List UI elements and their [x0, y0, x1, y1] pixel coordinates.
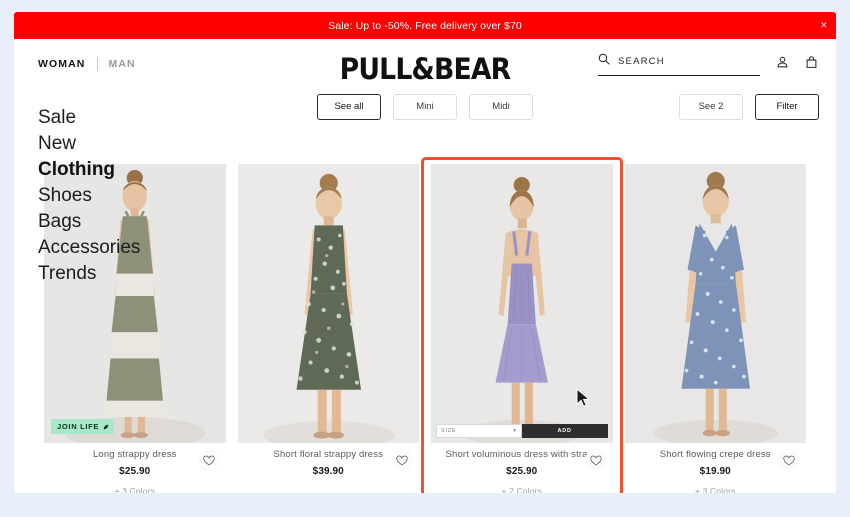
product-colors-1: + 3 Colors — [114, 486, 155, 493]
product-card-3[interactable]: SIZE ▾ ADD Short voluminous dress with s… — [421, 157, 622, 493]
product-info-2: Short floral strappy dress $39.90 — [238, 443, 420, 477]
shopping-bag-icon[interactable] — [805, 55, 818, 73]
sidebar-item-sale[interactable]: Sale — [38, 105, 140, 131]
heart-icon[interactable] — [197, 449, 220, 471]
model-illustration-2 — [237, 164, 419, 443]
sidebar-item-bags[interactable]: Bags — [38, 209, 140, 235]
heart-icon[interactable] — [778, 449, 800, 471]
sidebar-item-clothing[interactable]: Clothing — [38, 157, 140, 183]
product-info-1: Long strappy dress $25.90 + 3 Colors — [44, 443, 226, 493]
join-life-badge: JOIN LIFE — [51, 419, 115, 434]
sidebar-item-trends[interactable]: Trends — [38, 261, 140, 287]
size-select[interactable]: SIZE ▾ — [436, 424, 522, 438]
close-icon[interactable]: × — [821, 20, 827, 31]
product-card-4[interactable]: Short flowing crepe dress $19.90 + 3 Col… — [624, 164, 807, 493]
search-placeholder: SEARCH — [618, 55, 665, 67]
browser-viewport: Sale: Up to -50%. Free delivery over $70… — [14, 12, 836, 493]
sidebar-item-accessories[interactable]: Accessories — [38, 235, 140, 261]
chevron-down-icon: ▾ — [513, 428, 517, 434]
search-icon — [598, 52, 610, 70]
search-input[interactable]: SEARCH — [598, 52, 760, 76]
person-icon[interactable] — [776, 55, 789, 73]
model-illustration-4 — [624, 164, 806, 443]
sidebar-item-shoes[interactable]: Shoes — [38, 183, 140, 209]
chip-midi[interactable]: Midi — [469, 94, 533, 120]
product-card-2[interactable]: Short floral strappy dress $39.90 — [237, 164, 420, 493]
model-illustration-3 — [431, 164, 613, 443]
view-filter-chips: See 2 Filter — [679, 94, 819, 120]
header-actions: SEARCH — [598, 52, 818, 76]
promo-banner: Sale: Up to -50%. Free delivery over $70… — [14, 12, 836, 39]
product-info-3: Short voluminous dress with straps $25.9… — [431, 443, 613, 493]
join-life-label: JOIN LIFE — [57, 422, 100, 431]
site-header: WOMAN MAN PULL&BEAR SEARCH — [14, 39, 836, 86]
chip-mini[interactable]: Mini — [393, 94, 457, 120]
product-colors-3: + 2 Colors — [501, 486, 542, 493]
product-price-4: $19.90 — [699, 466, 731, 478]
category-sidebar: Sale New Clothing Shoes Bags Accessories… — [38, 105, 140, 287]
product-image-3[interactable]: SIZE ▾ ADD — [431, 164, 613, 443]
add-to-cart-button[interactable]: ADD — [521, 424, 608, 438]
heart-icon[interactable] — [584, 449, 607, 471]
leaf-icon — [103, 424, 109, 429]
product-price-3: $25.90 — [506, 466, 538, 478]
size-select-label: SIZE — [441, 428, 457, 434]
product-colors-4: + 3 Colors — [695, 486, 736, 493]
filter-button[interactable]: Filter — [755, 94, 819, 120]
product-price-2: $39.90 — [312, 466, 344, 478]
heart-icon[interactable] — [391, 449, 413, 471]
product-image-4[interactable] — [624, 164, 806, 443]
product-image-2[interactable] — [237, 164, 419, 443]
chip-see-all[interactable]: See all — [317, 94, 381, 120]
promo-banner-text: Sale: Up to -50%. Free delivery over $70 — [328, 19, 522, 32]
page-root: Sale: Up to -50%. Free delivery over $70… — [0, 0, 850, 517]
chip-see-2[interactable]: See 2 — [679, 94, 743, 120]
product-price-1: $25.90 — [119, 466, 151, 478]
sidebar-item-new[interactable]: New — [38, 131, 140, 157]
quick-add-bar: SIZE ▾ ADD — [436, 424, 608, 438]
product-info-4: Short flowing crepe dress $19.90 + 3 Col… — [625, 443, 807, 493]
